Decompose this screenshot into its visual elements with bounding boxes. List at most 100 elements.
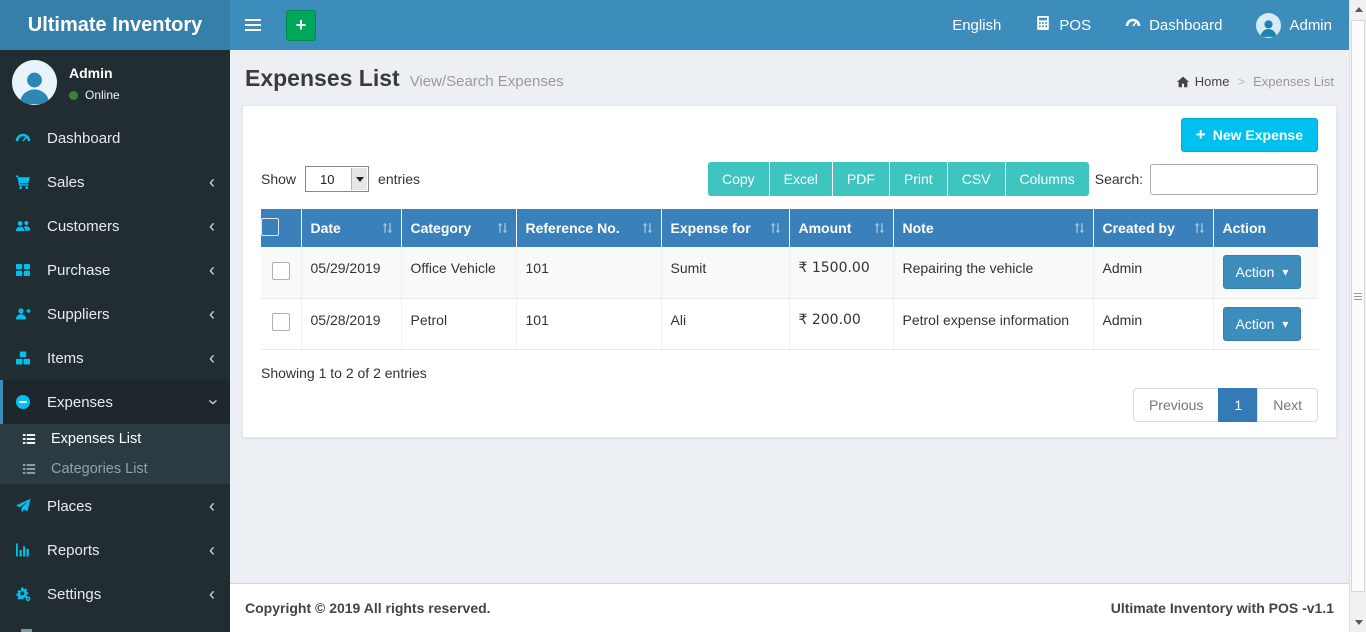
column-header-date[interactable]: Date [301,209,402,247]
sidebar-item-label: Customers [47,217,120,235]
chevron-down-icon: ‹ [202,399,222,405]
pagination-previous-button[interactable]: Previous [1132,387,1220,422]
breadcrumb-home[interactable]: Home [1176,74,1229,89]
submenu-item-label: Expenses List [51,431,142,447]
pdf-button[interactable]: PDF [832,162,890,196]
sidebar-item-suppliers[interactable]: Suppliers ‹ [0,292,230,336]
sort-icon [1074,222,1084,234]
page-title: Expenses List [245,65,400,91]
sidebar-item-items[interactable]: Items ‹ [0,336,230,380]
cell-reference: 101 [516,298,662,350]
chevron-left-icon: ‹ [209,304,215,324]
sort-icon [874,222,884,234]
sidebar-item-dashboard[interactable]: Dashboard [0,116,230,160]
column-header-action: Action [1213,209,1318,247]
csv-button[interactable]: CSV [947,162,1006,196]
table-toolbar: Show 10 entries Copy Excel PDF Print CSV… [261,162,1318,196]
pagination-page-1-button[interactable]: 1 [1218,387,1259,422]
list-icon [22,432,44,446]
cell-created-by: Admin [1093,298,1214,350]
column-header-reference[interactable]: Reference No. [516,209,662,247]
avatar [12,60,57,105]
sidebar-item-categories-list[interactable]: Categories List [0,454,230,484]
sidebar-item-sales[interactable]: Sales ‹ [0,160,230,204]
minus-circle-icon [15,394,38,410]
sidebar-item-expenses[interactable]: Expenses ‹ [0,380,230,424]
copy-button[interactable]: Copy [707,162,770,196]
chevron-left-icon: ‹ [209,216,215,236]
nav-item-pos[interactable]: POS [1018,0,1108,50]
grid-icon [15,262,38,278]
version-text: Ultimate Inventory with POS -v1.1 [1110,600,1334,616]
new-expense-button[interactable]: + New Expense [1180,118,1318,152]
sidebar-item-customers[interactable]: Customers ‹ [0,204,230,248]
paper-plane-icon [15,498,38,514]
tachometer-icon [15,130,38,146]
quick-add-button[interactable]: + [286,9,316,41]
table-info-summary: Showing 1 to 2 of 2 entries [261,364,427,381]
row-action-button[interactable]: Action ▾ [1222,306,1302,341]
select-all-checkbox[interactable] [261,217,279,236]
sidebar-item-reports[interactable]: Reports ‹ [0,528,230,572]
table-header-row: Date Category Reference No. Expense for … [261,209,1318,247]
search-label: Search: [1094,171,1143,187]
cubes-icon [15,350,38,366]
cart-icon [15,174,38,190]
navbar-right-menu: English POS Dashboard Admin [935,0,1349,50]
row-action-button[interactable]: Action ▾ [1222,255,1302,289]
column-header-created-by[interactable]: Created by [1093,209,1214,247]
brand-logo[interactable]: Ultimate Inventory [0,0,230,50]
sidebar-item-places[interactable]: Places ‹ [0,484,230,528]
column-header-category[interactable]: Category [401,209,517,247]
excel-button[interactable]: Excel [769,162,833,196]
expenses-table: Date Category Reference No. Expense for … [261,209,1318,350]
show-label: Show [261,171,297,187]
content-wrapper: Expenses List View/Search Expenses Home … [230,50,1349,632]
online-dot-icon [69,90,78,100]
columns-button[interactable]: Columns [1005,162,1089,196]
select-all-header [261,209,302,247]
cell-date: 05/29/2019 [301,247,402,299]
navbar-main: + English POS Dashboard Admin [230,0,1349,50]
gears-icon [15,586,38,602]
pagination-next-button[interactable]: Next [1257,387,1318,422]
sidebar-user-status: Online [69,88,120,102]
table-row: 05/29/2019 Office Vehicle 101 Sumit ₹ 15… [261,247,1318,299]
nav-item-dashboard[interactable]: Dashboard [1108,0,1239,50]
sidebar-item-label: Settings [47,585,102,603]
cell-note: Repairing the vehicle [893,247,1094,299]
print-button[interactable]: Print [889,162,948,196]
sidebar-item-expenses-list[interactable]: Expenses List [0,424,230,454]
chevron-left-icon: ‹ [209,496,215,516]
cell-created-by: Admin [1093,247,1214,299]
sidebar-item-label: Sales [47,173,85,191]
vertical-scrollbar[interactable] [1349,0,1366,632]
column-header-amount[interactable]: Amount [789,209,894,247]
hamburger-icon [245,19,261,21]
row-checkbox[interactable] [271,313,290,331]
sidebar-item-settings[interactable]: Settings ‹ [0,572,230,616]
export-buttons: Copy Excel PDF Print CSV Columns [707,162,1089,196]
chevron-left-icon: ‹ [209,172,215,192]
scrollbar-down-arrow[interactable] [1350,614,1366,631]
sort-icon [497,222,507,234]
row-checkbox[interactable] [271,261,290,280]
page-subtitle: View/Search Expenses [409,73,564,90]
sidebar-toggle-button[interactable] [230,0,276,50]
submenu-item-label: Categories List [51,461,148,477]
expenses-submenu: Expenses List Categories List [0,424,230,484]
user-avatar-icon [1256,12,1282,38]
nav-item-language[interactable]: English [935,0,1018,50]
search-input[interactable] [1150,163,1318,195]
scrollbar-up-arrow[interactable] [1350,1,1366,18]
sidebar-item-purchase[interactable]: Purchase ‹ [0,248,230,292]
nav-item-user[interactable]: Admin [1239,0,1349,50]
column-header-note[interactable]: Note [893,209,1094,247]
entries-select[interactable]: 10 [305,166,370,192]
caret-down-icon: ▾ [1282,265,1289,279]
column-header-expense-for[interactable]: Expense for [661,209,790,247]
app-window: Ultimate Inventory + English POS Dashboa… [0,0,1366,632]
scrollbar-thumb[interactable] [1351,20,1365,592]
pos-label: POS [1059,16,1092,34]
bar-chart-icon [15,542,38,558]
